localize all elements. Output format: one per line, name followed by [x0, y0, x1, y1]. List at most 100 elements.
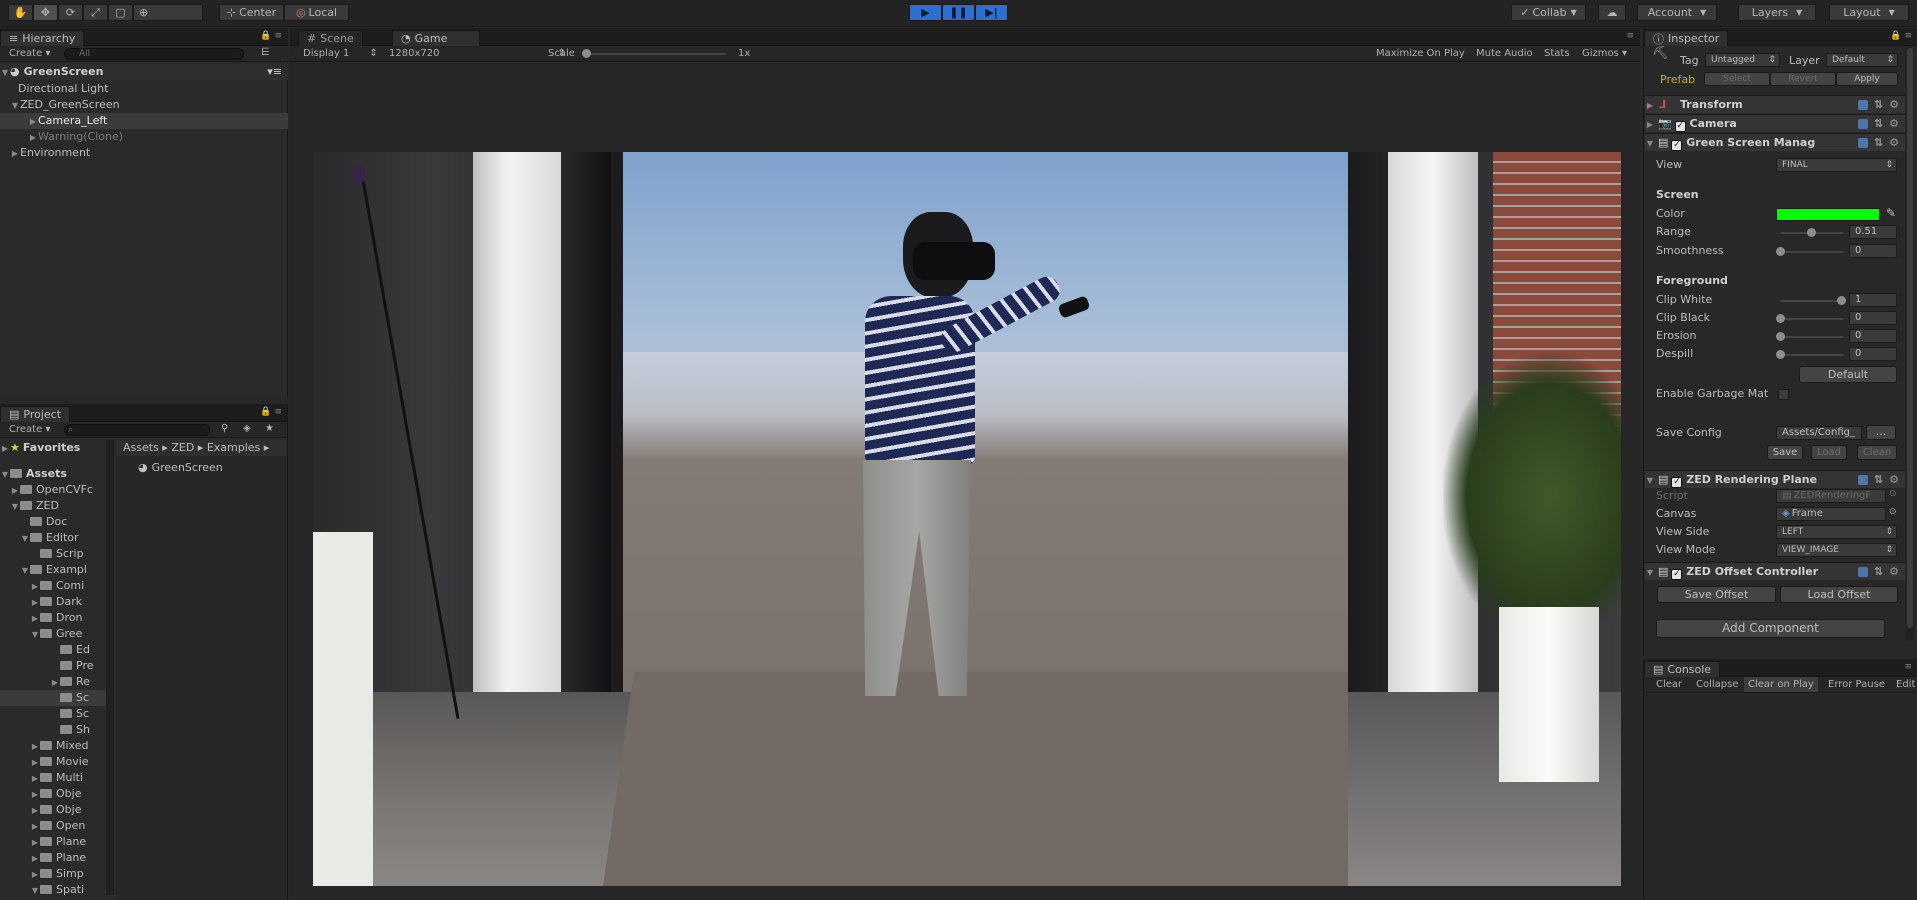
move-tool-icon[interactable]: ✥ [33, 4, 58, 21]
tree-scrollbar[interactable] [106, 440, 114, 895]
smoothness-slider-knob[interactable] [1776, 247, 1785, 256]
book-icon[interactable] [1857, 100, 1868, 110]
book-icon[interactable] [1857, 119, 1868, 129]
cloud-button[interactable]: ☁ [1598, 4, 1626, 21]
default-button[interactable]: Default [1799, 366, 1897, 383]
tag-dropdown[interactable]: Untagged ⇕ [1705, 53, 1780, 67]
book-icon[interactable] [1857, 475, 1868, 485]
clip-black-slider[interactable] [1780, 318, 1844, 320]
erosion-slider[interactable] [1780, 336, 1844, 338]
sliders-icon[interactable]: ⇅ [1874, 96, 1883, 114]
save-config-button[interactable]: Save [1767, 445, 1803, 460]
eyedropper-icon[interactable]: ✎ [1886, 206, 1896, 220]
panel-menu-icon[interactable]: 🔒 ≡ [260, 31, 282, 41]
zed-rendering-enabled-checkbox[interactable]: ✓ [1671, 477, 1683, 488]
tab-inspector[interactable]: ⓘ Inspector [1644, 30, 1729, 46]
maximize-on-play-toggle[interactable]: Maximize On Play [1376, 48, 1465, 59]
tree-item[interactable]: ▶ Simp [30, 866, 84, 882]
range-input[interactable]: 0.51 [1849, 225, 1897, 239]
tree-item[interactable]: ▶ Movie [30, 754, 89, 770]
greenscreen-enabled-checkbox[interactable]: ✓ [1671, 140, 1683, 151]
breadcrumb-item[interactable]: ZED [171, 441, 194, 454]
layer-dropdown[interactable]: Default ⇕ [1826, 53, 1898, 67]
mute-audio-toggle[interactable]: Mute Audio [1476, 48, 1533, 59]
book-icon[interactable] [1857, 138, 1868, 148]
tree-item[interactable]: Scrip [40, 546, 84, 562]
hierarchy-item[interactable]: ▼ ZED_GreenScreen [10, 97, 120, 113]
create-dropdown[interactable]: Create ▾ [9, 48, 50, 59]
prefab-select-button[interactable]: Select [1704, 72, 1770, 86]
gizmos-dropdown[interactable]: Gizmos ▾ [1582, 48, 1627, 59]
tree-item[interactable]: ▶ Multi [30, 770, 83, 786]
tree-item[interactable]: ▶ Plane [30, 850, 86, 866]
clip-white-slider[interactable] [1780, 300, 1844, 302]
gear-icon[interactable]: ⚙ [1889, 563, 1899, 581]
load-offset-button[interactable]: Load Offset [1780, 586, 1898, 603]
view-side-dropdown[interactable]: LEFT ⇕ [1776, 525, 1897, 539]
breadcrumb-item[interactable]: Assets [123, 441, 159, 454]
hierarchy-item[interactable]: ▶ Warning(Clone) [28, 129, 123, 145]
inspector-scrollbar[interactable] [1906, 46, 1914, 641]
gear-icon[interactable]: ⚙ [1889, 96, 1899, 114]
scale-slider[interactable] [586, 53, 726, 55]
erosion-slider-knob[interactable] [1776, 332, 1785, 341]
browse-button[interactable]: ... [1866, 425, 1896, 440]
scale-slider-knob[interactable] [582, 49, 591, 58]
view-dropdown[interactable]: FINAL ⇕ [1776, 158, 1897, 172]
inspector-scrollbar-thumb[interactable] [1907, 48, 1913, 628]
tree-item[interactable]: ▶ OpenCVFc [10, 482, 93, 498]
console-editor-dropdown[interactable]: Edit [1896, 679, 1915, 690]
zed-rendering-component-header[interactable]: ▼ ▤ ✓ ZED Rendering Plane ⇅ ⚙ [1645, 470, 1905, 488]
book-icon[interactable] [1857, 567, 1868, 577]
tree-item[interactable]: ▶ Dark [30, 594, 82, 610]
tree-item[interactable]: ▶ Comi [30, 578, 84, 594]
layers-dropdown[interactable]: Layers ▼ [1738, 4, 1816, 21]
tree-item[interactable]: ▼ Gree [30, 626, 82, 642]
view-mode-dropdown[interactable]: VIEW_IMAGE ⇕ [1776, 543, 1897, 557]
save-config-path-input[interactable]: Assets/Config_ [1776, 426, 1862, 440]
clip-black-input[interactable]: 0 [1849, 311, 1897, 325]
tree-item[interactable]: ▶ Obje [30, 786, 82, 802]
prefab-apply-button[interactable]: Apply [1836, 72, 1898, 86]
tree-item[interactable]: ▶ Re [50, 674, 90, 690]
pause-button[interactable]: ❚❚ [942, 4, 975, 21]
pivot-local-button[interactable]: ◎ Local [284, 4, 349, 21]
prefab-revert-button[interactable]: Revert [1770, 72, 1836, 86]
hierarchy-item[interactable]: ▶ Environment [10, 145, 90, 161]
resolution-dropdown[interactable]: 1280x720 ⇕ [389, 48, 566, 59]
gear-icon[interactable]: ⚙ [1889, 134, 1899, 152]
scale-tool-icon[interactable]: ⤢ [83, 4, 108, 21]
tree-item[interactable]: ▶ Obje [30, 802, 82, 818]
camera-enabled-checkbox[interactable]: ✓ [1674, 121, 1686, 132]
panel-menu-icon[interactable]: ≡ [1904, 662, 1912, 672]
create-dropdown[interactable]: Create ▾ [9, 424, 50, 435]
collab-button[interactable]: ✓ Collab ▼ [1511, 4, 1586, 21]
tree-item[interactable]: ▼ Spati [30, 882, 84, 898]
step-button[interactable]: ▶| [975, 4, 1008, 21]
despill-slider-knob[interactable] [1776, 350, 1785, 359]
sliders-icon[interactable]: ⇅ [1874, 563, 1883, 581]
tree-item[interactable]: ▼ Exampl [20, 562, 87, 578]
tree-item[interactable]: ▶ Mixed [30, 738, 89, 754]
canvas-field[interactable]: ◈ Frame [1776, 507, 1886, 521]
tree-item-selected[interactable]: Sc [0, 690, 108, 706]
display-dropdown[interactable]: Display 1 ⇕ [303, 48, 378, 59]
tree-item[interactable]: ▶ Dron [30, 610, 83, 626]
console-clear-button[interactable]: Clear [1656, 679, 1682, 690]
hand-tool-icon[interactable]: ✋ [8, 4, 33, 21]
camera-component-header[interactable]: ▶ 📷 ✓ Camera ⇅ ⚙ [1645, 114, 1905, 132]
greenscreen-component-header[interactable]: ▼ ▤ ✓ Green Screen Manag ⇅ ⚙ [1645, 133, 1905, 151]
load-config-button[interactable]: Load [1811, 445, 1847, 460]
zed-offset-component-header[interactable]: ▼ ▤ ✓ ZED Offset Controller ⇅ ⚙ [1645, 562, 1905, 580]
tree-item[interactable]: Doc [30, 514, 67, 530]
tab-project[interactable]: ▤ Project [0, 406, 71, 422]
filter-icon[interactable]: ⋿ [261, 47, 270, 58]
scene-row[interactable]: ▼ ◕ GreenScreen ▾≡ [0, 64, 288, 80]
tree-item[interactable]: ▼ Editor [20, 530, 79, 546]
scene-menu-icon[interactable]: ▾≡ [267, 64, 282, 80]
stats-toggle[interactable]: Stats [1544, 48, 1570, 59]
zed-offset-enabled-checkbox[interactable]: ✓ [1671, 569, 1683, 580]
tab-game[interactable]: ◔ Game [392, 30, 480, 46]
play-button[interactable]: ▶ [909, 4, 942, 21]
hierarchy-item-selected[interactable]: ▶ Camera_Left [0, 113, 288, 129]
